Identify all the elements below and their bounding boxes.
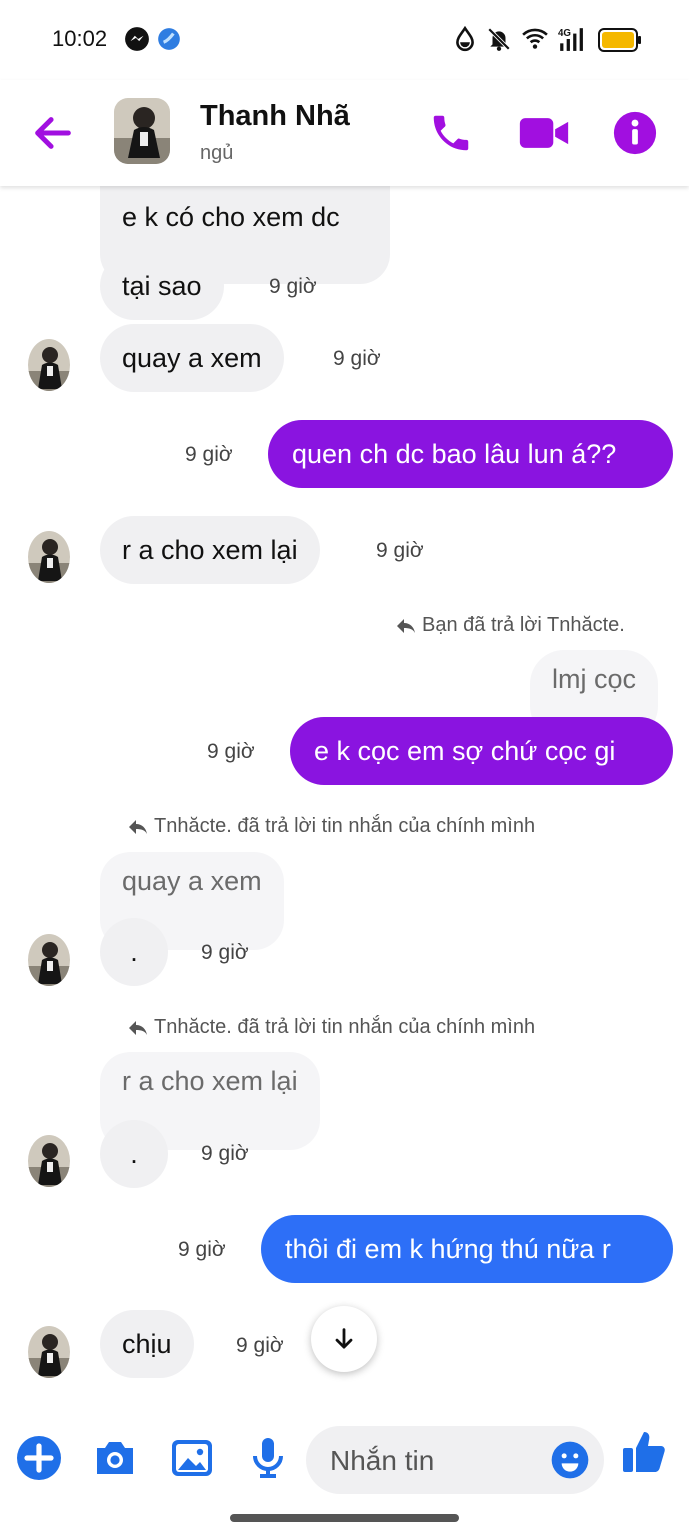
microphone-icon[interactable] [244, 1434, 292, 1482]
reply-note: Bạn đã trả lời Tnhăcte. [396, 614, 625, 637]
reply-note: Tnhăcte. đã trả lời tin nhắn của chính m… [128, 1016, 535, 1039]
reply-note-text: Bạn đã trả lời Tnhăcte. [422, 614, 625, 636]
reply-note: Tnhăcte. đã trả lời tin nhắn của chính m… [128, 815, 535, 838]
arrow-down-icon [335, 1328, 353, 1349]
message-time: 9 giờ [201, 941, 249, 964]
home-indicator[interactable] [230, 1514, 459, 1522]
message-time: 9 giờ [178, 1238, 226, 1261]
incoming-message[interactable]: . [100, 918, 168, 986]
message-time: 9 giờ [333, 347, 381, 370]
message-input-container[interactable] [306, 1426, 604, 1496]
incoming-message[interactable]: tại sao [100, 252, 224, 320]
outgoing-message[interactable]: e k cọc em sợ chứ cọc gi [290, 717, 673, 785]
phone-icon[interactable] [428, 110, 474, 156]
incoming-message[interactable]: quay a xem [100, 324, 284, 392]
sender-avatar[interactable] [28, 1135, 70, 1187]
incoming-message[interactable]: r a cho xem lại [100, 516, 320, 584]
conversation-header: Thanh Nhã ngủ [0, 80, 689, 186]
sender-avatar[interactable] [28, 1326, 70, 1378]
message-time: 9 giờ [236, 1334, 284, 1357]
thumbs-up-icon[interactable] [620, 1428, 668, 1476]
sender-avatar[interactable] [28, 339, 70, 391]
info-icon[interactable] [612, 110, 658, 156]
outgoing-message[interactable]: thôi đi em k hứng thú nữa r [261, 1215, 673, 1283]
gallery-icon[interactable] [168, 1434, 216, 1482]
incoming-message[interactable]: . [100, 1120, 168, 1188]
reply-note-text: Tnhăcte. đã trả lời tin nhắn của chính m… [154, 815, 536, 837]
scroll-to-bottom-button[interactable] [311, 1306, 377, 1372]
message-time: 9 giờ [207, 740, 255, 763]
emoji-icon[interactable] [550, 1440, 590, 1480]
reply-note-text: Tnhăcte. đã trả lời tin nhắn của chính m… [154, 1016, 536, 1038]
sender-avatar[interactable] [28, 531, 70, 583]
message-input[interactable] [328, 1426, 542, 1496]
plus-icon[interactable] [15, 1434, 63, 1482]
reply-arrow-icon [129, 820, 147, 834]
back-arrow-icon[interactable] [30, 110, 76, 156]
contact-status: ngủ [200, 142, 234, 164]
contact-name[interactable]: Thanh Nhã [200, 100, 350, 133]
message-list[interactable]: e k có cho xem dc tại sao 9 giờ quay a x… [0, 0, 689, 1410]
outgoing-message[interactable]: quen ch dc bao lâu lun á?? [268, 420, 673, 488]
incoming-message[interactable]: chịu [100, 1310, 194, 1378]
message-time: 9 giờ [185, 443, 233, 466]
message-time: 9 giờ [376, 539, 424, 562]
message-time: 9 giờ [201, 1142, 249, 1165]
sender-avatar[interactable] [28, 934, 70, 986]
camera-icon[interactable] [91, 1434, 139, 1482]
reply-arrow-icon [397, 619, 415, 633]
video-call-icon[interactable] [518, 110, 570, 156]
reply-arrow-icon [129, 1021, 147, 1035]
contact-avatar[interactable] [114, 98, 170, 164]
message-time: 9 giờ [269, 275, 317, 298]
